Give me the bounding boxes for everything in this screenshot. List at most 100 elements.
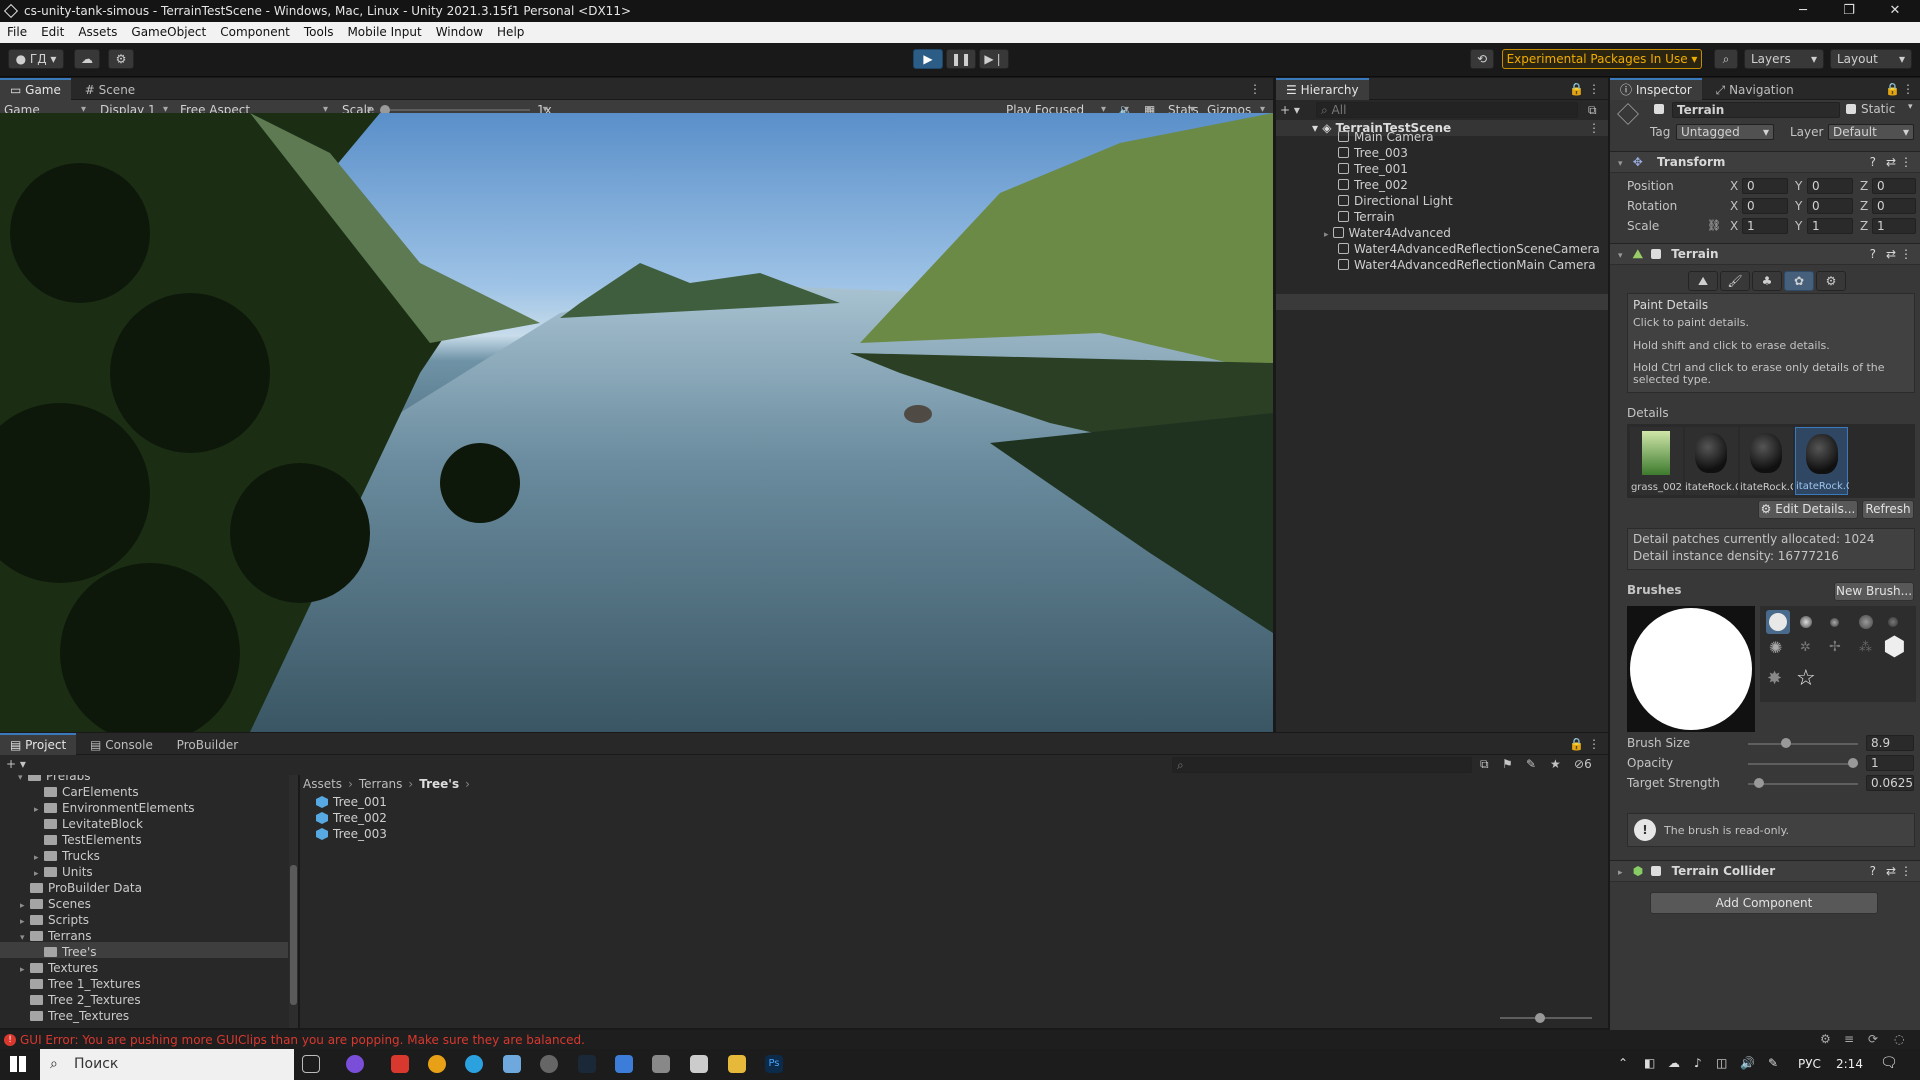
brush-size-slider-knob[interactable] xyxy=(1781,738,1791,748)
play-button[interactable]: ▶ xyxy=(913,49,943,69)
menu-tools[interactable]: Tools xyxy=(297,22,341,43)
breadcrumb-trees[interactable]: Tree's xyxy=(419,777,459,791)
tab-hierarchy[interactable]: ☰ Hierarchy xyxy=(1276,78,1369,100)
folder-item[interactable]: Tree_Textures xyxy=(20,1008,129,1024)
rotation-z-field[interactable]: 0 xyxy=(1872,198,1916,214)
search-by-type-icon[interactable]: ⧉ xyxy=(1480,757,1489,772)
game-viewport[interactable] xyxy=(0,113,1273,732)
search-filter-icon[interactable]: ⧉ xyxy=(1588,103,1597,118)
folder-item[interactable]: ▸ Textures xyxy=(20,960,98,976)
taskbar-search-box[interactable]: ⌕ Поиск xyxy=(40,1049,294,1080)
more-icon[interactable]: ⋮ xyxy=(1588,733,1600,755)
add-component-button[interactable]: Add Component xyxy=(1650,892,1878,914)
notepad-icon[interactable] xyxy=(503,1055,521,1073)
refresh-button[interactable]: Refresh xyxy=(1862,500,1914,519)
hierarchy-item[interactable]: Tree_002 xyxy=(1338,177,1408,193)
position-x-field[interactable]: 0 xyxy=(1742,178,1788,194)
folder-item[interactable]: ▸ EnvironmentElements xyxy=(34,800,195,816)
brush-hexagon[interactable]: ⬢ xyxy=(1883,634,1906,660)
project-search-input[interactable]: ⌕ xyxy=(1172,757,1472,773)
terrain-header[interactable]: ▾ ⛰ Terrain ? ⇄ ⋮ xyxy=(1610,243,1920,265)
collab-icon[interactable]: ⚙ xyxy=(108,49,134,69)
opacity-slider-knob[interactable] xyxy=(1848,758,1858,768)
unity-hub-icon[interactable] xyxy=(652,1055,670,1073)
menu-component[interactable]: Component xyxy=(213,22,297,43)
active-checkbox[interactable] xyxy=(1654,104,1664,114)
account-button[interactable]: ● ГД ▾ xyxy=(8,49,64,69)
folder-item[interactable]: ▸ Trucks xyxy=(34,848,100,864)
help-icon[interactable]: ? xyxy=(1870,244,1876,265)
brush-soft-circle[interactable] xyxy=(1800,616,1812,628)
more-icon[interactable]: ⋮ xyxy=(1588,78,1600,100)
hierarchy-item[interactable]: Tree_001 xyxy=(1338,161,1408,177)
rotation-x-field[interactable]: 0 xyxy=(1742,198,1788,214)
brush-splat[interactable]: ✺ xyxy=(1769,638,1782,657)
position-z-field[interactable]: 0 xyxy=(1872,178,1916,194)
tree-scrollbar-thumb[interactable] xyxy=(290,865,297,1005)
detail-item-selected[interactable]: itateRock.C xyxy=(1795,427,1849,495)
tray-chevron-icon[interactable]: ⌃ xyxy=(1618,1056,1628,1070)
tab-game[interactable]: ▭ Game xyxy=(0,78,71,100)
yandex-browser-icon[interactable] xyxy=(391,1055,409,1073)
lock-icon[interactable]: 🔒 xyxy=(1885,78,1900,100)
network-icon[interactable]: ◫ xyxy=(1716,1056,1727,1070)
folder-item[interactable]: CarElements xyxy=(34,784,139,800)
create-button[interactable]: + ▾ xyxy=(6,757,26,771)
clock[interactable]: 2:14 xyxy=(1836,1057,1863,1071)
detail-item[interactable]: itateRock.C xyxy=(1685,427,1738,495)
paint-trees-icon[interactable]: ♣ xyxy=(1752,271,1782,291)
tab-scene[interactable]: # Scene xyxy=(75,79,145,101)
menu-help[interactable]: Help xyxy=(490,22,531,43)
brush-soft-small[interactable] xyxy=(1830,618,1839,627)
folder-item[interactable]: ▸ Scenes xyxy=(20,896,91,912)
folder-item[interactable]: Tree 1_Textures xyxy=(20,976,141,992)
constrain-proportions-icon[interactable]: ⛓ xyxy=(1707,219,1721,232)
folder-item[interactable]: ▾ Terrans xyxy=(20,928,92,944)
hierarchy-search-input[interactable]: ⌕ All xyxy=(1316,102,1578,118)
brush-size-slider-track[interactable] xyxy=(1748,743,1858,745)
target-strength-field[interactable]: 0.0625 xyxy=(1866,775,1914,791)
target-strength-slider-track[interactable] xyxy=(1748,783,1858,785)
brush-starburst[interactable]: ✸ xyxy=(1767,668,1782,689)
scale-x-field[interactable]: 1 xyxy=(1742,218,1788,234)
new-brush-button[interactable]: New Brush... xyxy=(1834,582,1914,601)
volume-icon[interactable]: 🔊 xyxy=(1740,1056,1755,1070)
tab-probuilder[interactable]: ProBuilder xyxy=(167,734,248,756)
brush-hard-circle[interactable] xyxy=(1769,613,1787,631)
hierarchy-item-selected[interactable]: Terrain xyxy=(1338,209,1395,225)
obs-icon[interactable] xyxy=(540,1055,558,1073)
static-checkbox[interactable] xyxy=(1846,104,1856,114)
more-icon[interactable]: ⋮ xyxy=(1902,78,1914,100)
menu-mobile-input[interactable]: Mobile Input xyxy=(340,22,428,43)
add-object-button[interactable]: + ▾ xyxy=(1280,103,1300,117)
layout-dropdown[interactable]: Layout ▾ xyxy=(1830,49,1912,69)
folder-item-selected[interactable]: Tree's xyxy=(34,944,97,960)
icon-size-slider-track[interactable] xyxy=(1500,1017,1592,1019)
brush-grass[interactable]: ⁂ xyxy=(1859,640,1872,655)
asset-item[interactable]: Tree_003 xyxy=(316,826,387,842)
terrain-settings-icon[interactable]: ⚙ xyxy=(1816,271,1846,291)
breadcrumb-terrans[interactable]: Terrans xyxy=(359,777,403,791)
asset-item[interactable]: Tree_002 xyxy=(316,810,387,826)
microphone-icon[interactable]: ♪ xyxy=(1694,1056,1702,1070)
folder-item[interactable]: ▸ Scripts xyxy=(20,912,89,928)
lock-icon[interactable]: 🔒 xyxy=(1569,78,1584,100)
folder-item[interactable]: TestElements xyxy=(34,832,142,848)
app-icon-blue[interactable] xyxy=(615,1055,633,1073)
windows-start-icon[interactable] xyxy=(10,1056,26,1072)
paint-texture-icon[interactable]: 🖌 xyxy=(1720,271,1750,291)
pen-icon[interactable]: ✎ xyxy=(1768,1056,1778,1070)
scene-more-icon[interactable]: ⋮ xyxy=(1588,120,1600,136)
close-icon[interactable]: ✕ xyxy=(1872,0,1918,22)
component-menu-icon[interactable]: ⋮ xyxy=(1900,244,1912,265)
lock-icon[interactable]: 🔒 xyxy=(1569,733,1584,755)
tray-app-icon[interactable]: ◧ xyxy=(1644,1056,1655,1070)
folder-item[interactable]: Tree 2_Textures xyxy=(20,992,141,1008)
tab-navigation[interactable]: ⤢ Navigation xyxy=(1706,79,1804,101)
notifications-icon[interactable]: 🗨 xyxy=(1880,1055,1898,1071)
preset-icon[interactable]: ⇄ xyxy=(1886,152,1896,173)
cloud-icon[interactable]: ☁ xyxy=(74,49,100,69)
language-indicator[interactable]: РУС xyxy=(1798,1057,1821,1071)
chrome-icon[interactable] xyxy=(428,1055,446,1073)
help-icon[interactable]: ? xyxy=(1870,861,1876,882)
